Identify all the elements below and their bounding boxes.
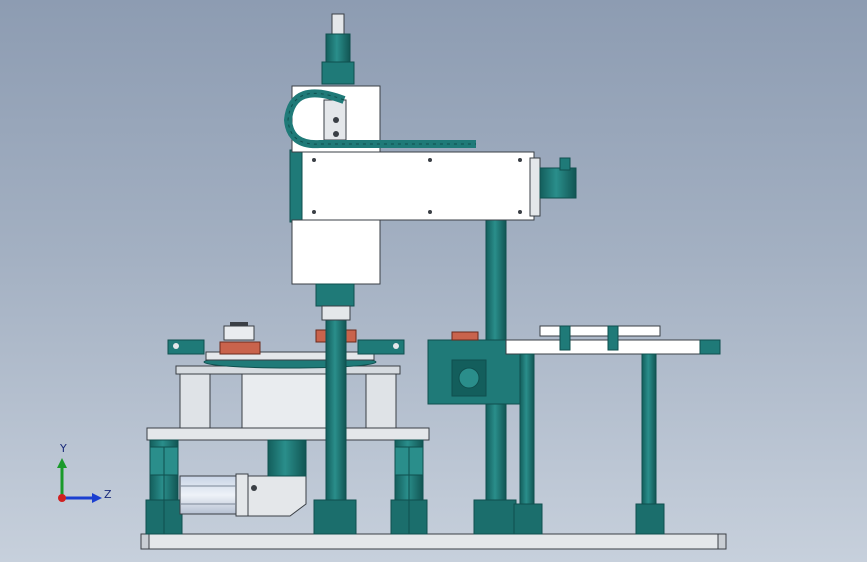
conveyor-rail <box>427 325 721 405</box>
axis-z-label: Z <box>104 488 112 501</box>
conveyor-leg-right <box>635 353 665 535</box>
rotary-table <box>167 322 405 429</box>
orientation-triad[interactable]: Y Z <box>44 436 124 516</box>
base-plate <box>140 533 727 550</box>
pneumatic-cylinder <box>179 473 249 517</box>
gripper-head <box>315 283 355 321</box>
z-axis-motor <box>321 13 355 85</box>
frame-leg-left <box>145 439 183 535</box>
turntable-frame <box>145 427 430 535</box>
triad-svg <box>57 458 102 503</box>
axis-y-label: Y <box>60 442 67 455</box>
gantry-beam <box>289 149 541 223</box>
axis-x-dot <box>58 494 66 502</box>
motor-gearbox <box>247 439 307 517</box>
machine-assembly-drawing <box>140 13 727 550</box>
x-axis-servo-motor <box>539 157 577 199</box>
frame-leg-right <box>390 439 428 535</box>
axis-z-arrow <box>62 493 102 503</box>
cad-viewport[interactable]: Y Z <box>0 0 867 562</box>
axis-y-arrow <box>57 458 67 498</box>
